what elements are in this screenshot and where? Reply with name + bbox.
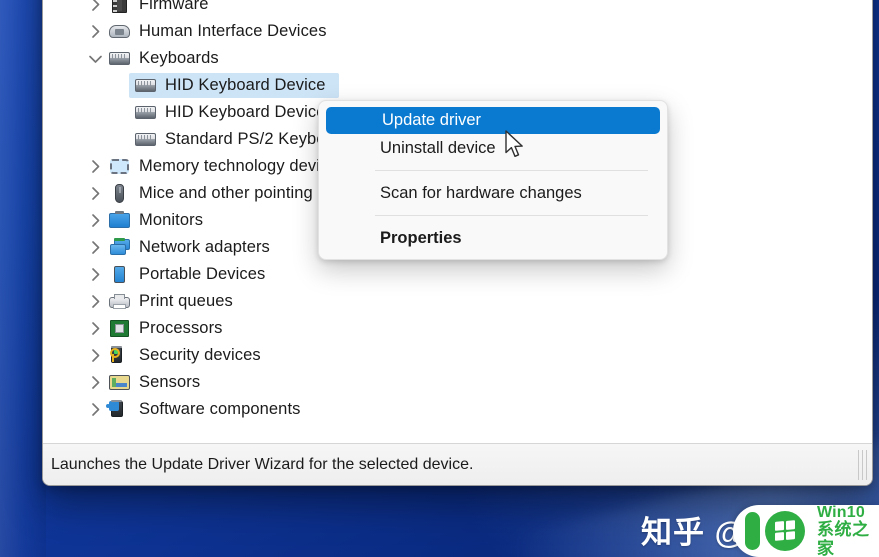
chevron-right-icon[interactable] [87,266,104,283]
software-component-icon [106,400,130,419]
tree-item-label: Monitors [139,211,204,229]
keyboard-icon [109,49,130,68]
tree-item-label: Processors [139,319,223,337]
chevron-down-icon[interactable] [87,50,104,67]
context-menu[interactable]: Update driver Uninstall device Scan for ha… [318,100,668,260]
desktop-background: Firmware Human Interface Devices Keyboards… [0,0,879,557]
menu-item-properties[interactable]: Properties [324,224,662,252]
memory-technology-icon [109,157,130,176]
tree-item-security-devices[interactable]: Security devices [43,342,872,369]
tree-item-label: Security devices [139,346,261,364]
menu-item-label: Update driver [382,111,482,129]
tree-item-hid-keyboard-device[interactable]: HID Keyboard Device [43,72,872,99]
menu-item-scan-for-hardware-changes[interactable]: Scan for hardware changes [324,179,662,207]
keyboard-icon [135,130,156,149]
tree-item-print-queues[interactable]: Print queues [43,288,872,315]
tree-item-firmware[interactable]: Firmware [43,0,872,18]
menu-item-label: Uninstall device [380,138,496,157]
tree-item-label: HID Keyboard Device [165,76,326,94]
badge-line-2: 系统之家 [817,520,870,557]
network-adapter-icon [109,238,130,257]
sensor-icon [109,373,130,392]
keyboard-icon [135,103,156,122]
status-bar-text: Launches the Update Driver Wizard for th… [51,456,474,473]
mouse-icon [109,184,130,203]
windows-flag-icon [775,520,795,541]
monitor-icon [109,211,130,230]
menu-item-label: Properties [380,228,462,247]
chevron-right-icon[interactable] [87,347,104,364]
printer-icon [109,292,130,311]
tree-item-label: Sensors [139,373,201,391]
firmware-chip-icon [109,0,130,14]
tree-item-processors[interactable]: Processors [43,315,872,342]
tree-item-label: Human Interface Devices [139,22,327,40]
badge-line-1: Win10 [817,504,865,522]
tree-item-label: HID Keyboard Device [165,103,326,121]
chevron-right-icon[interactable] [87,320,104,337]
tree-item-label: Print queues [139,292,233,310]
resize-grip-icon[interactable] [858,450,868,480]
tree-item-software-components[interactable]: Software components [43,396,872,423]
menu-item-label: Scan for hardware changes [380,183,582,202]
chevron-right-icon[interactable] [87,401,104,418]
tree-item-sensors[interactable]: Sensors [43,369,872,396]
desktop-left-glow [0,0,46,557]
menu-separator [375,170,648,171]
chevron-right-icon[interactable] [87,23,104,40]
tree-item-label: Memory technology devices [139,157,347,175]
keyboard-icon [135,76,156,95]
chevron-right-icon[interactable] [87,239,104,256]
tree-item-label: Network adapters [139,238,270,256]
portable-device-icon [109,265,130,284]
chevron-right-icon[interactable] [87,293,104,310]
menu-separator [375,215,648,216]
hid-device-icon [109,22,130,41]
chevron-right-icon[interactable] [87,158,104,175]
tree-item-label: Keyboards [139,49,219,67]
menu-item-uninstall-device[interactable]: Uninstall device [324,134,662,162]
chevron-right-icon[interactable] [87,185,104,202]
security-device-icon [109,346,130,365]
processor-icon [109,319,130,338]
chevron-right-icon[interactable] [87,212,104,229]
chevron-right-icon[interactable] [87,0,104,13]
win10-logo-icon [741,510,815,552]
tree-item-keyboards[interactable]: Keyboards [43,45,872,72]
chevron-right-icon[interactable] [87,374,104,391]
win10-site-badge: Win10 系统之家 [733,504,879,557]
tree-item-label: Firmware [139,0,209,13]
status-bar: Launches the Update Driver Wizard for th… [43,443,872,485]
tree-item-label: Portable Devices [139,265,266,283]
menu-item-update-driver[interactable]: Update driver [326,107,660,134]
tree-item-portable-devices[interactable]: Portable Devices [43,261,872,288]
tree-item-label: Software components [139,400,301,418]
tree-item-human-interface-devices[interactable]: Human Interface Devices [43,18,872,45]
